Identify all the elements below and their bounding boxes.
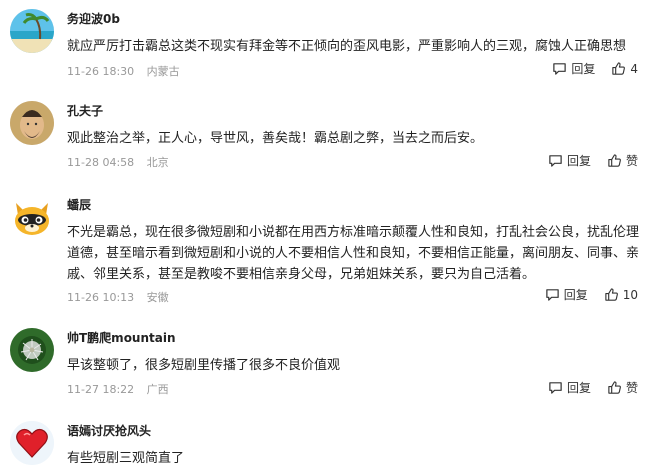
- like-label: 赞: [625, 154, 638, 168]
- comment-date: 11-27 18:22: [67, 383, 135, 396]
- reply-button[interactable]: 回复: [548, 379, 591, 396]
- comment-icon: [549, 382, 562, 394]
- comment-item: 孔夫子 观此整治之举，正人心，导世风，善矣哉！霸总剧之弊，当去之而后安。 11-…: [0, 101, 660, 183]
- reply-button[interactable]: 回复: [548, 152, 591, 169]
- reply-button[interactable]: 回复: [545, 286, 588, 303]
- comment-actions: 回复 10: [545, 286, 638, 303]
- comment-meta: 11-26 18:30 内蒙古: [67, 63, 180, 79]
- username[interactable]: 孔夫子: [67, 102, 103, 119]
- beach-avatar-icon[interactable]: [10, 9, 54, 53]
- comment-meta: 11-27 18:22 广西: [67, 381, 169, 397]
- reply-label: 回复: [571, 62, 596, 76]
- comment-icon: [549, 155, 562, 167]
- comment-text: 就应严厉打击霸总这类不现实有拜金等不正倾向的歪风电影，严重影响人的三观，腐蚀人正…: [67, 39, 627, 54]
- comment-meta: 11-28 04:58 北京: [67, 154, 169, 170]
- comment-list: 务迎波0b 就应严厉打击霸总这类不现实有拜金等不正倾向的歪风电影，严重影响人的三…: [0, 0, 660, 474]
- comment-date: 11-26 18:30: [67, 65, 135, 78]
- like-button[interactable]: 赞: [607, 152, 638, 169]
- raccoon-avatar-icon[interactable]: [10, 195, 54, 239]
- thumbs-up-icon: [608, 381, 621, 394]
- comment-text: 观此整治之举，正人心，导世风，善矣哉！霸总剧之弊，当去之而后安。: [67, 131, 484, 146]
- username[interactable]: 语嫣讨厌抢风头: [67, 422, 151, 439]
- heart-avatar-icon[interactable]: [10, 421, 54, 465]
- like-button[interactable]: 赞: [607, 379, 638, 396]
- comment-location: 北京: [146, 156, 169, 169]
- comment-text: 早该整顿了，很多短剧里传播了很多不良价值观: [67, 358, 341, 373]
- comment-text: 不光是霸总，现在很多微短剧和小说都在用西方标准暗示颠覆人性和良知，打乱社会公良，…: [67, 225, 640, 282]
- comment-location: 内蒙古: [146, 65, 180, 78]
- comment-item: 帅T鹏爬mountain 早该整顿了，很多短剧里传播了很多不良价值观 11-27…: [0, 328, 660, 400]
- comment-actions: 回复 4: [552, 60, 638, 77]
- like-label: 赞: [625, 381, 638, 395]
- like-count: 4: [630, 61, 638, 76]
- comment-icon: [553, 63, 567, 75]
- comment-item: 蟠辰 不光是霸总，现在很多微短剧和小说都在用西方标准暗示颠覆人性和良知，打乱社会…: [0, 195, 660, 319]
- confucius-avatar-icon[interactable]: [10, 101, 54, 145]
- thumbs-up-icon: [605, 288, 618, 301]
- reply-label: 回复: [566, 154, 591, 168]
- comment-actions: 回复 赞: [548, 152, 638, 169]
- comment-item: 语嫣讨厌抢风头 有些短剧三观简直了: [0, 421, 660, 474]
- comment-text: 有些短剧三观简直了: [67, 451, 185, 466]
- reply-label: 回复: [566, 381, 591, 395]
- comment-location: 安徽: [146, 291, 169, 304]
- username[interactable]: 蟠辰: [67, 196, 91, 213]
- comment-date: 11-28 04:58: [67, 156, 135, 169]
- reply-label: 回复: [563, 288, 588, 302]
- comment-actions: 回复 赞: [548, 379, 638, 396]
- comment-item: 务迎波0b 就应严厉打击霸总这类不现实有拜金等不正倾向的歪风电影，严重影响人的三…: [0, 9, 660, 91]
- comment-meta: 11-26 10:13 安徽: [67, 289, 169, 305]
- comment-icon: [545, 289, 559, 301]
- thumbs-up-icon: [612, 62, 626, 75]
- comment-date: 11-26 10:13: [67, 291, 135, 304]
- username[interactable]: 帅T鹏爬mountain: [67, 329, 176, 346]
- like-button[interactable]: 4: [611, 61, 638, 76]
- like-button[interactable]: 10: [604, 287, 638, 302]
- dandelion-avatar-icon[interactable]: [10, 328, 54, 372]
- reply-button[interactable]: 回复: [552, 60, 595, 77]
- like-count: 10: [622, 287, 638, 302]
- comment-location: 广西: [146, 383, 169, 396]
- username[interactable]: 务迎波0b: [67, 10, 120, 27]
- thumbs-up-icon: [608, 154, 621, 167]
